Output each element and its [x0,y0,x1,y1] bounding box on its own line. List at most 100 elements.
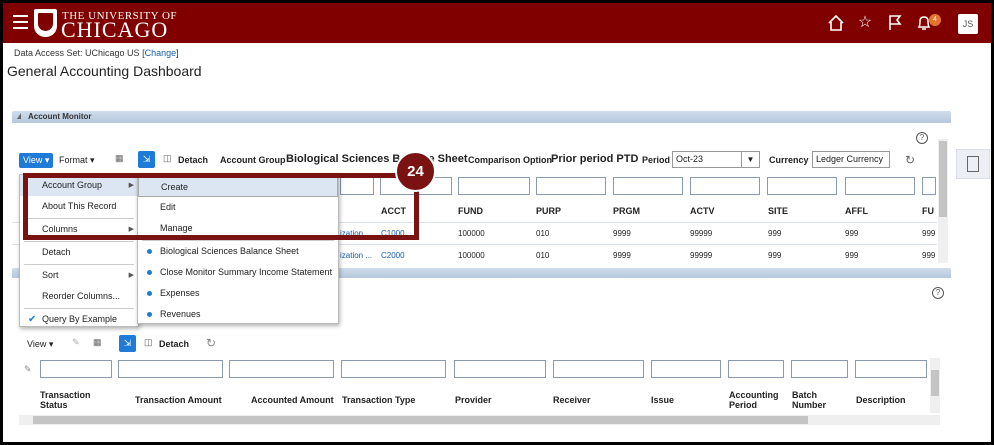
menu-item-query-by-example[interactable]: ✔ Query By Example [20,309,138,330]
column-header-fu[interactable]: FU [922,206,934,216]
cell-affl: 999 [845,229,859,238]
filter-input-actv[interactable] [690,177,760,195]
submenu-item-group[interactable]: Revenues [138,304,338,325]
cell-affl: 999 [845,251,859,260]
transactions-horizontal-scrollbar[interactable] [19,415,940,425]
transactions-vertical-scrollbar[interactable] [930,358,940,413]
detach-icon[interactable]: ◫ [163,153,172,164]
period-select-value: Oct-23 [676,154,704,164]
filter-input-affl[interactable] [845,177,915,195]
scrollbar-thumb[interactable] [931,370,939,396]
cell-prgm: 9999 [613,251,631,260]
user-avatar[interactable]: JS [958,14,978,34]
filter-input-site[interactable] [767,177,837,195]
filter-input[interactable] [341,360,446,378]
submenu-item-group[interactable]: Expenses [138,283,338,304]
column-header-receiver[interactable]: Receiver [553,395,591,405]
cell-org[interactable]: ization ... [340,251,372,260]
submenu-item-group[interactable]: Biological Sciences Balance Sheet [138,241,338,262]
column-header-site[interactable]: SITE [768,206,788,216]
column-header-provider[interactable]: Provider [455,395,492,405]
column-header-actv[interactable]: ACTV [690,206,715,216]
refresh-icon[interactable]: ↻ [905,153,915,167]
filter-input[interactable] [454,360,546,378]
filter-input[interactable] [791,360,848,378]
freeze-columns-icon[interactable]: ▦ [93,337,102,348]
menu-item-detach[interactable]: Detach [20,242,138,263]
column-header-batch-number[interactable]: Batch Number [792,390,837,410]
filter-input-prgm[interactable] [613,177,683,195]
freeze-columns-icon[interactable]: ▦ [115,153,124,164]
account-group-value[interactable]: Biological Sciences Balance Sheet [286,153,468,165]
refresh-icon[interactable]: ↻ [206,336,216,350]
column-header-purp[interactable]: PURP [536,206,561,216]
menu-item-label: Revenues [160,309,201,319]
cell-fund: 100000 [458,251,485,260]
help-icon[interactable]: ? [916,132,928,144]
help-icon[interactable]: ? [932,287,944,299]
menu-item-reorder-columns[interactable]: Reorder Columns... [20,286,138,307]
column-header-prgm[interactable]: PRGM [613,206,640,216]
account-monitor-vertical-scrollbar[interactable] [938,139,948,263]
top-bar: THE UNIVERSITY OF CHICAGO ☆ 4 JS [3,3,991,43]
filter-input[interactable] [40,360,112,378]
menu-item-label: Sort [42,270,59,280]
wrap-icon[interactable]: ⇲ [119,335,136,352]
wrap-icon[interactable]: ⇲ [138,151,155,168]
cell-site: 999 [768,229,782,238]
filter-input[interactable] [553,360,644,378]
flag-icon[interactable] [886,14,904,32]
submenu-item-group[interactable]: Close Monitor Summary Income Statement [138,262,338,283]
filter-input-fu[interactable] [922,177,936,195]
query-clear-icon[interactable]: ✎ [24,364,32,375]
column-header-transaction-status[interactable]: Transaction Status [40,390,110,410]
collapse-triangle-icon[interactable] [17,113,21,119]
scrollbar-thumb[interactable] [939,141,947,217]
data-access-label: Data Access Set: UChicago US [14,48,140,58]
account-group-label: Account Group [220,155,286,165]
cell-actv: 99999 [690,229,713,238]
filter-input-fund[interactable] [458,177,530,195]
column-header-issue[interactable]: Issue [651,395,674,405]
currency-label: Currency [769,155,809,165]
view-menu-button[interactable]: View ▾ [19,153,54,168]
edit-pencil-icon[interactable]: ✎ [72,337,80,348]
column-header-description[interactable]: Description [856,395,906,405]
bullet-dot-icon [147,312,152,317]
cell-acct[interactable]: C2000 [381,251,405,260]
chevron-down-icon[interactable]: ▼ [741,152,759,167]
close-bracket: ] [176,48,179,58]
hamburger-menu-icon[interactable] [13,15,28,29]
filter-input[interactable] [229,360,334,378]
column-header-affl[interactable]: AFFL [845,206,868,216]
format-menu-button[interactable]: Format ▾ [59,155,95,166]
filter-input-purp[interactable] [536,177,606,195]
account-monitor-header[interactable]: Account Monitor [12,111,951,123]
menu-item-label: Close Monitor Summary Income Statement [160,267,333,277]
comparison-option-value[interactable]: Prior period PTD [551,153,638,165]
side-panel-document-icon[interactable] [956,149,990,179]
filter-input[interactable] [728,360,784,378]
currency-select[interactable]: Ledger Currency [812,151,890,168]
period-select[interactable]: Oct-23 ▼ [672,151,760,168]
logo-text-bottom: CHICAGO [61,17,169,42]
column-header-transaction-amount[interactable]: Transaction Amount [135,395,222,405]
menu-item-label: Expenses [160,288,200,298]
filter-input[interactable] [651,360,721,378]
step-number-badge: 24 [395,151,436,192]
filter-input[interactable] [855,360,927,378]
change-link[interactable]: Change [145,48,177,58]
column-header-accounting-period[interactable]: Accounting Period [729,390,787,410]
transactions-view-menu[interactable]: View ▾ [27,339,53,350]
menu-item-sort[interactable]: Sort ▶ [20,265,138,286]
column-header-transaction-type[interactable]: Transaction Type [342,395,415,405]
detach-button[interactable]: Detach [178,155,208,165]
scrollbar-thumb[interactable] [33,416,808,424]
home-icon[interactable] [827,14,845,32]
column-header-accounted-amount[interactable]: Accounted Amount [251,395,334,405]
transactions-detach-button[interactable]: Detach [159,339,189,349]
column-header-fund[interactable]: FUND [458,206,483,216]
favorites-star-icon[interactable]: ☆ [856,14,874,32]
detach-icon[interactable]: ◫ [144,337,153,348]
filter-input[interactable] [118,360,223,378]
